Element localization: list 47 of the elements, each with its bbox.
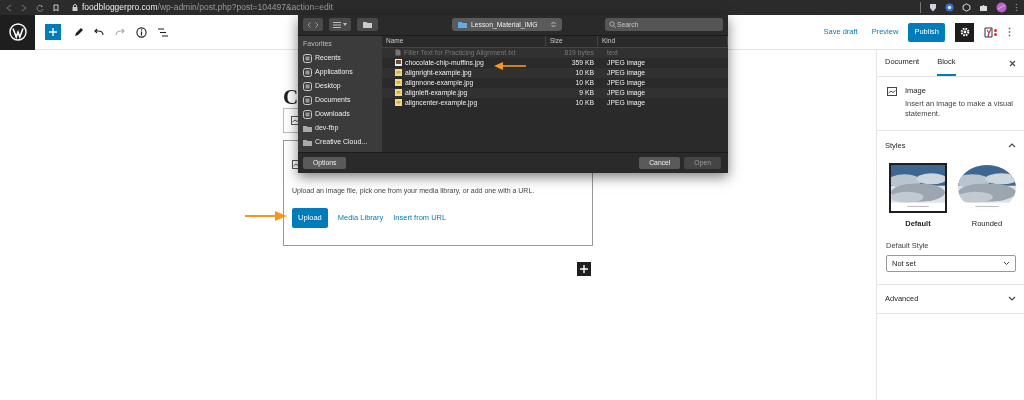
plugin-icon[interactable]: [984, 26, 998, 38]
list-view-icon: [333, 21, 341, 28]
arrow-icon: [245, 210, 287, 222]
plus-icon: [580, 265, 588, 273]
forward-icon: [315, 21, 319, 28]
outline-icon[interactable]: [158, 27, 168, 37]
back-icon[interactable]: [6, 3, 12, 12]
search-icon: [609, 21, 616, 29]
image-icon: [887, 87, 897, 96]
back-icon: [307, 21, 311, 28]
settings-button[interactable]: [955, 22, 974, 42]
chevron-down-icon: [1003, 260, 1010, 266]
hexagon-icon[interactable]: [962, 3, 971, 12]
logo-button[interactable]: [0, 14, 35, 50]
info-icon[interactable]: [136, 26, 147, 38]
more-options-icon[interactable]: [1008, 27, 1011, 37]
new-folder-button[interactable]: [357, 18, 378, 32]
add-block-button[interactable]: [577, 262, 591, 276]
image-file-icon: [395, 99, 402, 107]
shield-icon[interactable]: [929, 3, 937, 12]
chevron-down-icon: [1008, 296, 1016, 302]
reload-icon[interactable]: [36, 3, 44, 12]
lock-icon: [72, 4, 78, 11]
circle-icon[interactable]: [945, 3, 954, 12]
pencil-icon[interactable]: [74, 27, 83, 37]
bookmark-icon[interactable]: [53, 3, 59, 12]
document-icon: [395, 49, 401, 57]
settings-icon: [959, 27, 970, 37]
chevron-up-icon: [1008, 142, 1016, 148]
folder-icon: [363, 21, 372, 29]
logo-icon: [8, 23, 27, 41]
plus-icon: [49, 28, 57, 36]
image-file-icon: [395, 79, 402, 87]
arrow-icon: [494, 62, 526, 70]
image-file-icon: [395, 69, 402, 77]
close-icon[interactable]: [1009, 59, 1016, 67]
stepper-icon: [551, 21, 556, 29]
folder-icon: [458, 21, 467, 29]
caret-icon: [343, 23, 347, 27]
forward-icon[interactable]: [21, 3, 27, 12]
back-forward-buttons[interactable]: [303, 18, 323, 32]
view-options-button[interactable]: [329, 18, 351, 32]
address-bar-url[interactable]: foodbloggerpro.com/wp-admin/post.php?post=104497&action=edit: [82, 3, 333, 12]
image-file-icon: [395, 59, 402, 67]
avatar-icon[interactable]: [996, 2, 1007, 13]
undo-icon[interactable]: [94, 28, 104, 36]
image-file-icon: [395, 89, 402, 97]
